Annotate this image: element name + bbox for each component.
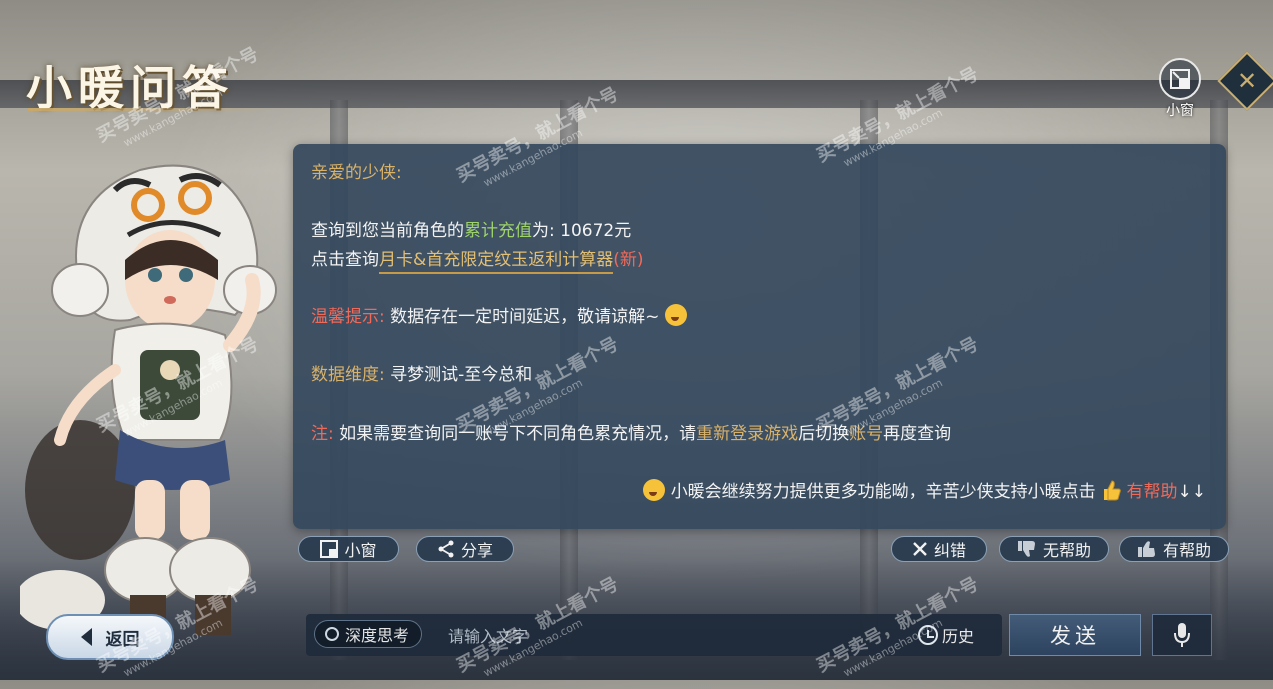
mini-window-label: 小窗 (344, 541, 377, 560)
back-button[interactable]: 返回 (46, 614, 174, 660)
recharge-mid: 为: (532, 221, 561, 241)
share-label: 分享 (460, 541, 493, 560)
not-helpful-button[interactable]: 无帮助 (999, 536, 1109, 562)
dimension-label: 数据维度: (311, 365, 385, 385)
wink-emoji-icon (643, 479, 666, 501)
helpful-label: 有帮助 (1162, 541, 1211, 560)
microphone-button[interactable] (1152, 614, 1212, 656)
calculator-link[interactable]: 月卡&首充限定纹玉返利计算器 (379, 250, 614, 274)
history-label: 历史 (942, 627, 975, 646)
back-arrow-icon (80, 628, 92, 646)
mini-window-icon (1159, 58, 1201, 100)
query-line: 点击查询月卡&首充限定纹玉返利计算器(新) (311, 245, 644, 274)
clock-icon (918, 625, 938, 645)
dimension-line: 数据维度: 寻梦测试-至今总和 (311, 360, 532, 385)
recharge-line: 查询到您当前角色的累计充值为: 10672元 (311, 216, 631, 241)
not-helpful-label: 无帮助 (1042, 541, 1091, 560)
note-line: 注: 如果需要查询同一账号下不同角色累充情况，请重新登录游戏后切换账号再度查询 (311, 419, 951, 444)
recharge-value: 10672元 (560, 221, 632, 241)
title-flourish (28, 108, 278, 111)
note-text: 再度查询 (883, 424, 952, 444)
new-tag: (新) (613, 250, 644, 270)
dimension-text: 寻梦测试-至今总和 (384, 365, 533, 385)
share-icon (438, 540, 454, 558)
question-input[interactable] (446, 622, 910, 650)
relogin-link[interactable]: 重新登录游戏 (696, 424, 798, 444)
query-prefix: 点击查询 (311, 250, 379, 270)
tip-text: 数据存在一定时间延迟，敬请谅解~ (384, 307, 660, 327)
note-label: 注: (311, 424, 334, 444)
note-text: 如果需要查询同一账号下不同角色累充情况，请 (333, 424, 697, 444)
share-button[interactable]: 分享 (416, 536, 514, 562)
microphone-icon (1174, 623, 1190, 647)
greeting-text: 亲爱的少侠: (311, 163, 402, 183)
footer-text: 小暖会继续努力提供更多功能呦，辛苦少侠支持小暖点击 (670, 482, 1096, 502)
close-icon: ✕ (1236, 66, 1258, 95)
helpful-button[interactable]: 有帮助 (1119, 536, 1229, 562)
close-button[interactable]: ✕ (1217, 51, 1273, 111)
account-link[interactable]: 账号 (849, 424, 883, 444)
radio-icon (325, 627, 339, 641)
history-button[interactable]: 历史 (918, 621, 974, 649)
cross-icon (913, 542, 927, 556)
recharge-prefix: 查询到您当前角色的 (311, 221, 464, 241)
send-button[interactable]: 发送 (1009, 614, 1141, 656)
thumbs-up-emoji-icon (1104, 480, 1121, 501)
correct-label: 纠错 (933, 541, 966, 560)
thumbs-up-icon (1137, 541, 1155, 557)
footer-line: 小暖会继续努力提供更多功能呦，辛苦少侠支持小暖点击 有帮助↓↓ (643, 477, 1206, 502)
thumbs-down-icon (1017, 541, 1035, 557)
recharge-label: 累计充值 (464, 221, 532, 241)
character-illustration (20, 164, 277, 635)
mini-window-label: 小窗 (1166, 103, 1194, 119)
input-bar: 深度思考 历史 (306, 614, 1002, 656)
deep-think-toggle[interactable]: 深度思考 (314, 620, 423, 648)
mini-window-button[interactable]: 小窗 (298, 536, 399, 562)
deep-think-label: 深度思考 (345, 626, 410, 645)
mini-window-icon (320, 540, 339, 558)
note-text: 后切换 (798, 424, 850, 444)
down-arrows-text: ↓↓ (1177, 482, 1207, 502)
footer-helpful-text: 有帮助 (1126, 482, 1178, 502)
tip-line: 温馨提示: 数据存在一定时间延迟，敬请谅解~ (311, 302, 687, 327)
mini-window-button-top[interactable]: 小窗 (1158, 58, 1202, 119)
answer-panel: 亲爱的少侠: 查询到您当前角色的累计充值为: 10672元 点击查询月卡&首充限… (293, 144, 1226, 529)
correct-button[interactable]: 纠错 (891, 536, 987, 562)
back-label: 返回 (105, 629, 140, 650)
wink-emoji-icon (664, 304, 687, 326)
tip-label: 温馨提示: (311, 307, 385, 327)
